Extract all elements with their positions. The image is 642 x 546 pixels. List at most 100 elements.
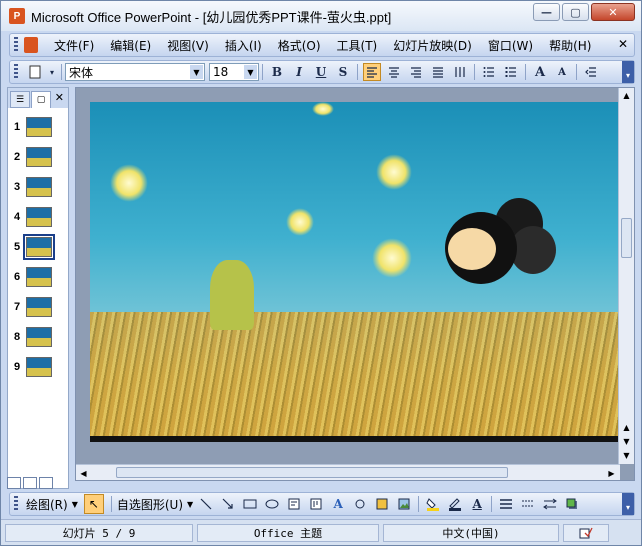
thumbnail-row[interactable]: 2 <box>8 142 68 172</box>
diagram-icon[interactable] <box>351 495 369 513</box>
slide-thumbnail[interactable] <box>26 297 52 317</box>
menu-help[interactable]: 帮助(H) <box>541 37 599 54</box>
textbox-icon[interactable] <box>285 495 303 513</box>
view-buttons <box>7 475 69 491</box>
slide-thumbnail[interactable] <box>26 327 52 347</box>
draw-menu-button[interactable]: 绘图(R) <box>24 496 70 513</box>
firefly-glow <box>110 164 148 202</box>
font-size-select[interactable]: 18 ▼ <box>209 63 259 81</box>
fill-color-icon[interactable] <box>424 495 442 513</box>
chevron-down-icon[interactable]: ▼ <box>185 500 195 509</box>
next-slide-icon[interactable]: ▼ <box>619 434 634 448</box>
clipart-icon[interactable] <box>373 495 391 513</box>
dropdown-icon[interactable]: ▾ <box>48 63 56 81</box>
shadow-button[interactable]: S <box>334 63 352 81</box>
line-icon[interactable] <box>197 495 215 513</box>
minimize-button[interactable]: — <box>533 3 560 21</box>
slide-canvas[interactable] <box>90 102 620 442</box>
shrink-font-button[interactable]: A <box>553 63 571 81</box>
oval-icon[interactable] <box>263 495 281 513</box>
font-name-select[interactable]: 宋体 ▼ <box>65 63 205 81</box>
menu-slideshow[interactable]: 幻灯片放映(D) <box>385 37 480 54</box>
thumbnail-row[interactable]: 4 <box>8 202 68 232</box>
menu-view[interactable]: 视图(V) <box>159 37 217 54</box>
scroll-down-icon[interactable]: ▼ <box>619 448 634 462</box>
vertical-textbox-icon[interactable] <box>307 495 325 513</box>
new-slide-icon[interactable] <box>26 63 44 81</box>
scroll-left-icon[interactable]: ◀ <box>76 466 91 480</box>
toolbar-grip[interactable] <box>14 64 18 80</box>
slide-sorter-view-icon[interactable] <box>23 477 37 489</box>
menu-window[interactable]: 窗口(W) <box>480 37 541 54</box>
italic-button[interactable]: I <box>290 63 308 81</box>
align-center-icon[interactable] <box>385 63 403 81</box>
slide-thumbnail[interactable] <box>26 117 52 137</box>
normal-view-icon[interactable] <box>7 477 21 489</box>
insert-picture-icon[interactable] <box>395 495 413 513</box>
thumbnail-row[interactable]: 9 <box>8 352 68 382</box>
font-color-icon[interactable]: A <box>468 495 486 513</box>
shadow-style-icon[interactable] <box>563 495 581 513</box>
slide-thumbnail[interactable] <box>26 147 52 167</box>
vertical-scrollbar[interactable]: ▲ ▲ ▼ ▼ <box>618 88 634 464</box>
arrow-style-icon[interactable] <box>541 495 559 513</box>
chevron-down-icon[interactable]: ▼ <box>190 65 203 79</box>
bullets-icon[interactable] <box>502 63 520 81</box>
arrow-icon[interactable] <box>219 495 237 513</box>
thumbnail-row[interactable]: 1 <box>8 112 68 142</box>
toolbar-options-icon[interactable]: ▾ <box>622 61 634 83</box>
thumbnail-row[interactable]: 3 <box>8 172 68 202</box>
thumbnail-row[interactable]: 8 <box>8 322 68 352</box>
maximize-button[interactable]: ▢ <box>562 3 589 21</box>
thumbnail-row[interactable]: 6 <box>8 262 68 292</box>
scroll-right-icon[interactable]: ▶ <box>604 466 619 480</box>
spelling-status-icon[interactable] <box>563 523 609 542</box>
close-button[interactable]: ✕ <box>591 3 635 21</box>
close-icon[interactable]: ✕ <box>55 91 64 104</box>
menu-format[interactable]: 格式(O) <box>270 37 329 54</box>
vertical-scroll-thumb[interactable] <box>621 218 632 258</box>
slide-thumbnail[interactable] <box>26 207 52 227</box>
line-color-icon[interactable] <box>446 495 464 513</box>
chevron-down-icon[interactable]: ▼ <box>244 65 257 79</box>
numbering-icon[interactable] <box>480 63 498 81</box>
bold-button[interactable]: B <box>268 63 286 81</box>
decrease-indent-icon[interactable] <box>582 63 600 81</box>
document-icon[interactable] <box>24 37 38 53</box>
select-objects-icon[interactable]: ↖ <box>83 494 104 514</box>
align-left-icon[interactable] <box>363 63 381 81</box>
line-style-icon[interactable] <box>497 495 515 513</box>
toolbar-options-icon[interactable]: ▾ <box>622 493 634 515</box>
slides-tab-icon[interactable]: ▢ <box>31 91 51 108</box>
toolbar-grip[interactable] <box>14 37 18 53</box>
slideshow-view-icon[interactable] <box>39 477 53 489</box>
horizontal-scrollbar[interactable]: ◀ ▶ <box>76 464 620 480</box>
document-close-icon[interactable]: ✕ <box>618 37 628 51</box>
columns-icon[interactable] <box>451 63 469 81</box>
scroll-up-icon[interactable]: ▲ <box>619 88 634 102</box>
rectangle-icon[interactable] <box>241 495 259 513</box>
outline-tab-icon[interactable]: ☰ <box>10 91 30 108</box>
thumbnail-row[interactable]: 5 <box>8 232 68 262</box>
previous-slide-icon[interactable]: ▲ <box>619 420 634 434</box>
autoshapes-menu-button[interactable]: 自选图形(U) <box>115 496 185 513</box>
thumbnail-row[interactable]: 7 <box>8 292 68 322</box>
toolbar-grip[interactable] <box>14 496 18 512</box>
window-controls: — ▢ ✕ <box>531 3 635 21</box>
grow-font-button[interactable]: A <box>531 63 549 81</box>
slide-thumbnail-selected[interactable] <box>23 234 55 260</box>
menu-tools[interactable]: 工具(T) <box>329 37 386 54</box>
horizontal-scroll-thumb[interactable] <box>116 467 508 478</box>
underline-button[interactable]: U <box>312 63 330 81</box>
menu-file[interactable]: 文件(F) <box>46 37 102 54</box>
wordart-icon[interactable]: A <box>329 495 347 513</box>
menu-edit[interactable]: 编辑(E) <box>102 37 159 54</box>
slide-thumbnail[interactable] <box>26 357 52 377</box>
dash-style-icon[interactable] <box>519 495 537 513</box>
menu-insert[interactable]: 插入(I) <box>217 37 270 54</box>
align-right-icon[interactable] <box>407 63 425 81</box>
chevron-down-icon[interactable]: ▼ <box>70 500 80 509</box>
slide-thumbnail[interactable] <box>26 177 52 197</box>
distribute-icon[interactable] <box>429 63 447 81</box>
slide-thumbnail[interactable] <box>26 267 52 287</box>
